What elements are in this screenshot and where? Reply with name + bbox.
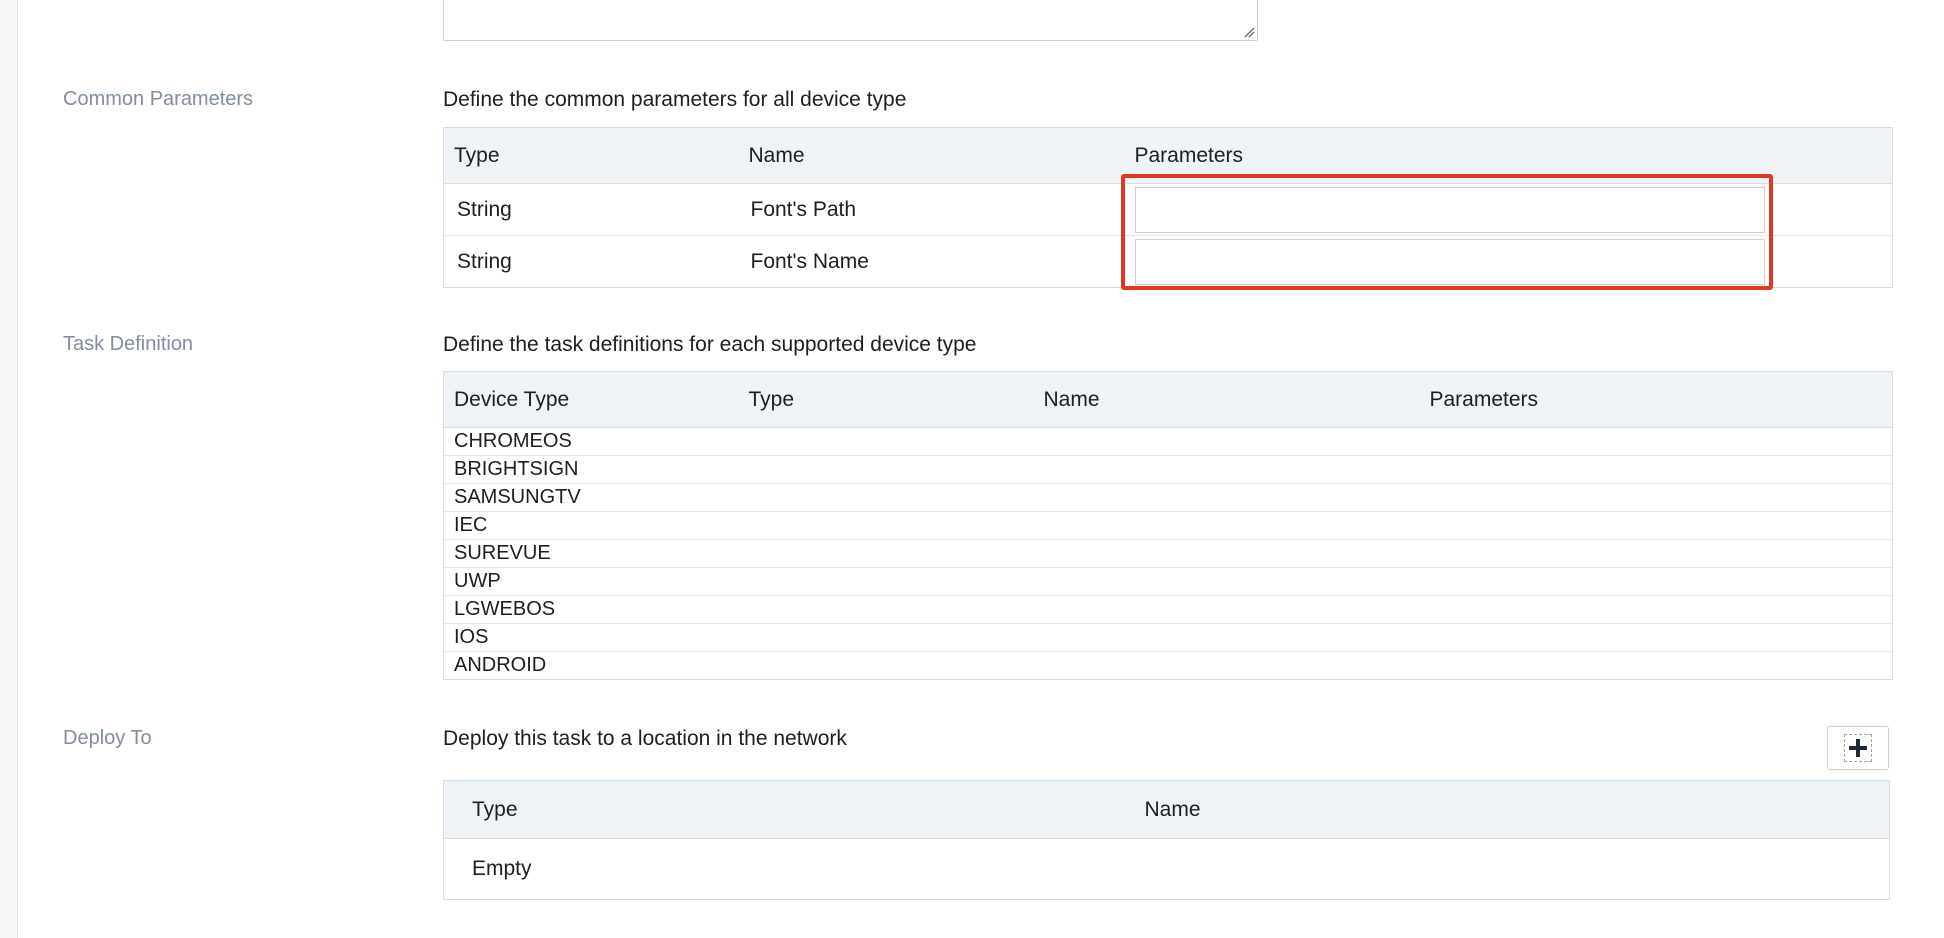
cell-type: String <box>443 183 739 236</box>
table-row[interactable]: BRIGHTSIGN <box>443 455 1893 484</box>
device-type-cell: BRIGHTSIGN <box>443 455 739 484</box>
table-row: String Font's Path <box>443 183 1893 236</box>
table-header-row: Type Name <box>443 780 1890 839</box>
device-type-cell: UWP <box>443 567 739 596</box>
device-type-cell: CHROMEOS <box>443 427 739 456</box>
table-row[interactable]: ANDROID <box>443 651 1893 680</box>
column-header-name: Name <box>1033 371 1420 428</box>
column-header-type: Type <box>443 780 1117 839</box>
column-header-parameters: Parameters <box>1419 371 1893 428</box>
font-name-input[interactable] <box>1134 238 1765 285</box>
task-definition-label: Task Definition <box>63 333 194 355</box>
cell-parameters <box>1124 183 1893 236</box>
table-row: Empty <box>443 838 1890 900</box>
column-header-parameters: Parameters <box>1124 127 1893 184</box>
device-type-cell: LGWEBOS <box>443 595 739 624</box>
cell-type: String <box>443 235 739 288</box>
deploy-to-description: Deploy this task to a location in the ne… <box>443 727 847 750</box>
table-row[interactable]: LGWEBOS <box>443 595 1893 624</box>
table-row[interactable]: IOS <box>443 623 1893 652</box>
column-header-device-type: Device Type <box>443 371 739 428</box>
common-parameters-label: Common Parameters <box>63 88 254 110</box>
table-row: String Font's Name <box>443 235 1893 288</box>
resize-grip-icon[interactable] <box>1243 26 1255 38</box>
deploy-to-table: Type Name Empty <box>443 780 1890 900</box>
device-type-cell: SAMSUNGTV <box>443 483 739 512</box>
cell-name: Font's Name <box>738 235 1125 288</box>
device-type-cell: SUREVUE <box>443 539 739 568</box>
device-type-cell: IOS <box>443 623 739 652</box>
common-parameters-description: Define the common parameters for all dev… <box>443 88 907 111</box>
empty-state-text: Empty <box>443 838 1890 900</box>
column-header-type: Type <box>443 127 739 184</box>
common-parameters-table: Type Name Parameters String Font's Path … <box>443 127 1893 288</box>
description-textarea[interactable] <box>443 0 1258 41</box>
device-type-cell: IEC <box>443 511 739 540</box>
task-definition-table: Device Type Type Name Parameters CHROMEO… <box>443 371 1893 680</box>
font-path-input[interactable] <box>1134 186 1765 233</box>
table-row[interactable]: SUREVUE <box>443 539 1893 568</box>
task-definition-description: Define the task definitions for each sup… <box>443 333 977 356</box>
column-header-name: Name <box>738 127 1125 184</box>
add-deploy-location-button[interactable] <box>1827 726 1889 770</box>
column-header-type: Type <box>738 371 1034 428</box>
cell-parameters <box>1124 235 1893 288</box>
plus-icon <box>1844 734 1872 762</box>
table-row[interactable]: IEC <box>443 511 1893 540</box>
column-header-name: Name <box>1116 780 1890 839</box>
left-rail <box>0 0 18 938</box>
deploy-to-label: Deploy To <box>63 727 152 749</box>
cell-name: Font's Path <box>738 183 1125 236</box>
table-row[interactable]: CHROMEOS <box>443 427 1893 456</box>
table-row[interactable]: SAMSUNGTV <box>443 483 1893 512</box>
table-header-row: Device Type Type Name Parameters <box>443 371 1893 428</box>
device-type-cell: ANDROID <box>443 651 739 680</box>
table-header-row: Type Name Parameters <box>443 127 1893 184</box>
table-row[interactable]: UWP <box>443 567 1893 596</box>
